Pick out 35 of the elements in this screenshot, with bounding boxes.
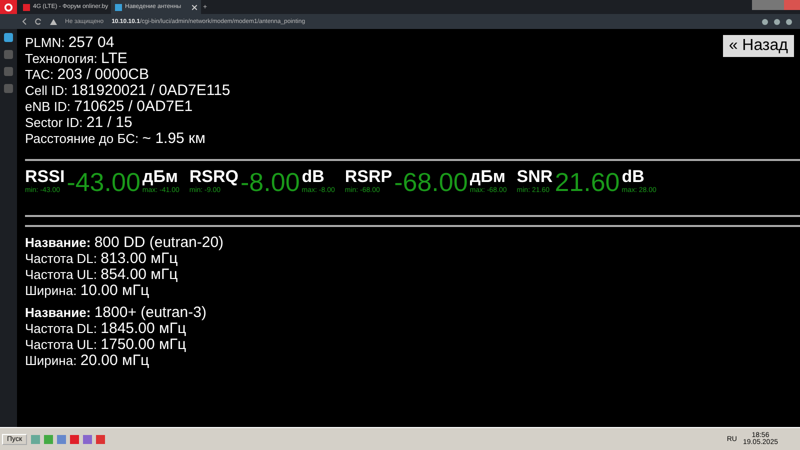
- info-line: TAC: 203 / 0000CB: [25, 67, 150, 83]
- close-icon[interactable]: [192, 4, 197, 10]
- band-detail: Ширина: 10.00 мГц: [25, 283, 150, 299]
- profile-icon[interactable]: [786, 18, 792, 24]
- metric-value: -8.00: [240, 167, 300, 197]
- metric-unit: dB: [622, 167, 646, 187]
- metric-name: SNR: [516, 167, 553, 186]
- metric-name: RSRQ: [189, 167, 239, 186]
- metric-name: RSRP: [344, 167, 392, 186]
- metric-value: 21.60: [554, 167, 620, 197]
- info-line: Технология: LTE: [25, 51, 128, 67]
- warning-icon: [50, 18, 57, 24]
- band-name: Название: 800 DD (eutran-20): [25, 235, 224, 251]
- info-line: Cell ID: 181920021 / 0AD7E115: [25, 83, 230, 99]
- metric-name: RSSI: [25, 167, 65, 186]
- info-line: Расстояние до БС: ~ 1.95 км: [25, 131, 206, 147]
- back-button[interactable]: « Назад: [722, 35, 794, 57]
- band-name: Название: 1800+ (eutran-3): [25, 305, 206, 321]
- band-detail: Частота UL: 1750.00 мГц: [25, 337, 186, 353]
- metric-unit: дБм: [142, 167, 180, 187]
- info-line: PLMN: 257 04: [25, 35, 114, 51]
- reload-icon[interactable]: [35, 18, 42, 25]
- band-detail: Частота UL: 854.00 мГц: [25, 267, 178, 283]
- band-detail: Частота DL: 813.00 мГц: [25, 251, 178, 267]
- info-line: eNB ID: 710625 / 0AD7E1: [25, 99, 193, 115]
- info-line: Sector ID: 21 / 15: [25, 115, 132, 131]
- metric-value: -68.00: [394, 167, 468, 197]
- favicon-icon: [23, 4, 30, 10]
- band-detail: Ширина: 20.00 мГц: [25, 353, 150, 369]
- metric-unit: дБм: [470, 167, 506, 187]
- favicon-icon: [115, 4, 122, 10]
- band-detail: Частота DL: 1845.00 мГц: [25, 321, 186, 337]
- metric-value: -43.00: [66, 167, 140, 197]
- metric-unit: dB: [302, 167, 326, 187]
- browser-logo-icon[interactable]: [4, 2, 13, 12]
